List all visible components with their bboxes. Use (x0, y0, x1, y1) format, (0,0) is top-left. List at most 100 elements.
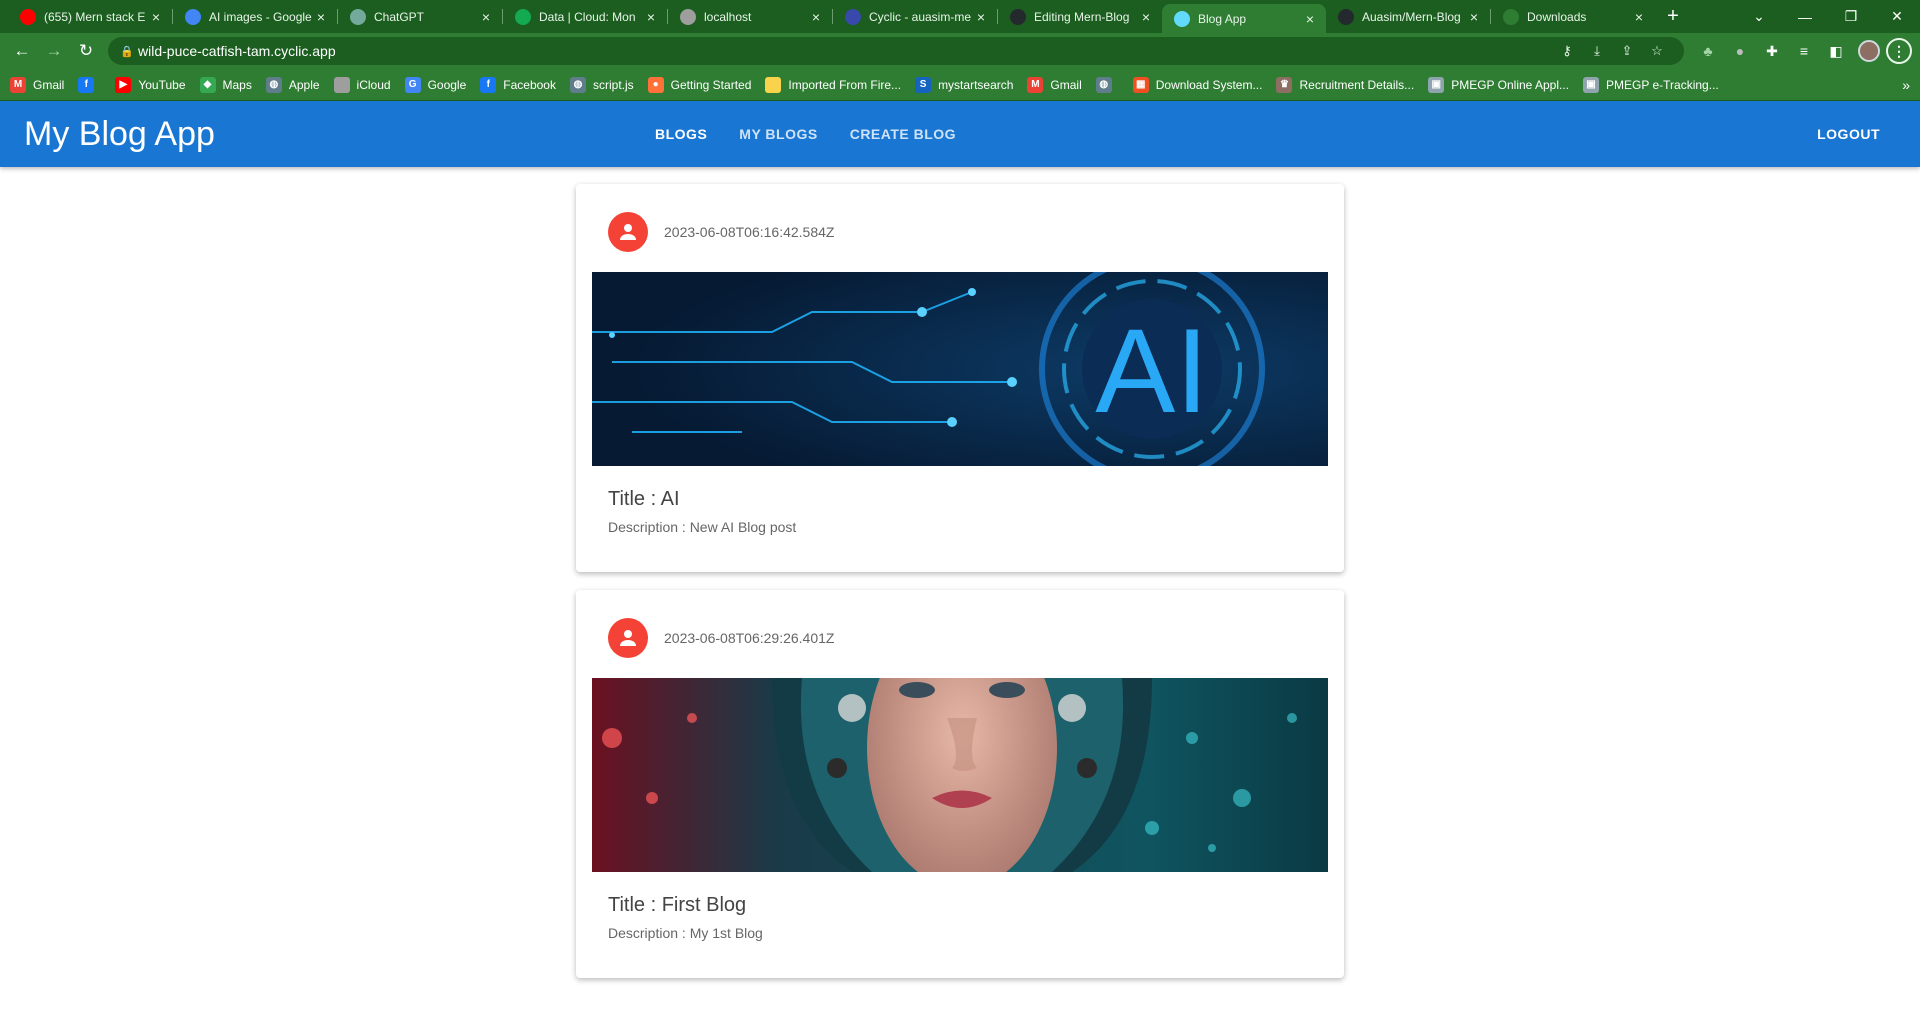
post-image-cyborg-portrait (592, 678, 1328, 872)
browser-tab[interactable]: Editing Mern-Blog × (998, 0, 1162, 33)
bookmark-star-icon[interactable]: ☆ (1642, 43, 1672, 59)
bookmark-item[interactable]: ▣ PMEGP e-Tracking... (1583, 76, 1719, 93)
bookmark-item[interactable]: ▶ YouTube (115, 76, 186, 93)
pmegp-icon: ▣ (1583, 76, 1600, 93)
browser-tab[interactable]: ChatGPT × (338, 0, 502, 33)
bookmark-list: M Gmail f ▶ YouTube ◆ Maps ◍ Apple iCloud G Google f… (10, 76, 1733, 93)
browser-menu-button[interactable]: ⋮ (1886, 38, 1912, 64)
browser-tab[interactable]: Auasim/Mern-Blog × (1326, 0, 1490, 33)
bookmark-item[interactable]: ◍ script.js (569, 76, 634, 93)
close-tab-icon[interactable]: × (1466, 9, 1482, 25)
post-description: Description : My 1st Blog (608, 925, 763, 941)
tab-search-icon[interactable]: ⌄ (1736, 0, 1782, 33)
bookmark-item[interactable]: M Gmail (10, 76, 64, 93)
browser-tab[interactable]: Data | Cloud: Mon × (503, 0, 667, 33)
bookmark-item[interactable]: ● Getting Started (647, 76, 751, 93)
side-panel-icon[interactable]: ◧ (1820, 43, 1852, 60)
google-icon (185, 8, 201, 25)
minimize-button[interactable]: — (1782, 0, 1828, 33)
close-tab-icon[interactable]: × (973, 9, 989, 25)
browser-tab[interactable]: localhost × (668, 0, 832, 33)
bookmark-label: Maps (222, 77, 252, 92)
github-icon (1338, 8, 1354, 25)
user-avatar-icon (608, 212, 648, 252)
install-app-icon[interactable]: ⤓ (1582, 43, 1612, 59)
bookmark-item[interactable]: iCloud (333, 76, 391, 93)
extension-tree-icon[interactable]: ♣ (1692, 43, 1724, 59)
bookmark-item[interactable]: f Facebook (480, 76, 556, 93)
key-icon[interactable]: ⚷ (1552, 43, 1582, 59)
bookmark-label: Imported From Fire... (788, 77, 902, 92)
close-tab-icon[interactable]: × (643, 9, 659, 25)
bookmark-item[interactable]: ◆ Maps (199, 76, 252, 93)
bookmark-label: Facebook (503, 77, 556, 92)
restore-button[interactable]: ❐ (1828, 0, 1874, 33)
ai-image-text: AI (1095, 304, 1208, 438)
apple-icon (333, 76, 350, 93)
forward-button[interactable]: → (40, 37, 68, 65)
nav-my-blogs[interactable]: MY BLOGS (739, 126, 817, 142)
post-title: Title : First Blog (608, 894, 747, 916)
bookmark-label: Gmail (1050, 77, 1082, 92)
close-tab-icon[interactable]: × (478, 9, 494, 25)
bookmark-item[interactable]: ◍ (1095, 76, 1119, 93)
bookmark-item[interactable]: f (78, 76, 101, 93)
close-tab-icon[interactable]: × (148, 9, 164, 25)
bookmark-item[interactable]: ▣ PMEGP Online Appl... (1428, 76, 1570, 93)
post-timestamp: 2023-06-08T06:29:26.401Z (664, 630, 835, 646)
bookmark-item[interactable]: M Gmail (1027, 76, 1082, 93)
bookmark-label: iCloud (356, 77, 391, 92)
bookmark-item[interactable]: ◍ Apple (265, 76, 320, 93)
nav-create-blog[interactable]: CREATE BLOG (850, 126, 956, 142)
facebook-icon: f (78, 76, 95, 93)
bookmark-label: mystartsearch (938, 77, 1014, 92)
close-tab-icon[interactable]: × (808, 9, 824, 25)
bookmark-item[interactable]: Smystartsearch (915, 76, 1014, 93)
tab-title: Blog App (1198, 11, 1247, 26)
more-bookmarks-icon[interactable]: » (1902, 77, 1910, 93)
new-tab-button[interactable]: + (1659, 0, 1687, 33)
reading-list-icon[interactable]: ≡ (1788, 43, 1820, 59)
profile-avatar[interactable] (1858, 40, 1880, 62)
bookmark-item[interactable]: G Google (404, 76, 467, 93)
lock-icon[interactable]: 🔒 (120, 45, 138, 58)
bookmark-label: Download System... (1155, 77, 1263, 92)
globe-icon: ◍ (569, 76, 586, 93)
bookmark-label: Google (427, 77, 467, 92)
mystartsearch-icon: S (915, 76, 932, 93)
nav-blogs[interactable]: BLOGS (655, 126, 707, 142)
card-body: Title : First Blog Description : My 1st … (576, 872, 1344, 941)
extensions-puzzle-icon[interactable]: ✚ (1756, 43, 1788, 60)
browser-tab[interactable]: AI images - Google × (173, 0, 337, 33)
close-tab-icon[interactable]: × (1138, 9, 1154, 25)
back-button[interactable]: ← (8, 37, 36, 65)
bookmark-item[interactable]: ▦ Download System... (1132, 76, 1263, 93)
browser-tab[interactable]: Cyclic - auasim-me × (833, 0, 997, 33)
reload-button[interactable]: ↻ (72, 37, 100, 65)
tab-title: AI images - Google (209, 9, 312, 24)
bookmark-item[interactable]: Imported From Fire... (765, 76, 902, 93)
tab-list: (655) Mern stack E × AI images - Google × Ch… (8, 0, 1655, 33)
logout-button[interactable]: LOGOUT (1817, 101, 1880, 167)
browser-tab[interactable]: Downloads × (1491, 0, 1655, 33)
close-tab-icon[interactable]: × (313, 9, 329, 25)
bookmark-label: PMEGP Online Appl... (1451, 77, 1570, 92)
close-tab-icon[interactable]: × (1302, 11, 1318, 27)
share-icon[interactable]: ⇪ (1612, 43, 1642, 59)
browser-tab[interactable]: Blog App × (1162, 4, 1326, 33)
facebook-icon: f (480, 76, 497, 93)
close-window-button[interactable]: ✕ (1874, 0, 1920, 33)
bookmark-item[interactable]: ♛ Recruitment Details... (1276, 76, 1414, 93)
bookmark-label: Apple (288, 77, 320, 92)
youtube-icon (20, 8, 36, 25)
address-bar[interactable]: 🔒 wild-puce-catfish-tam.cyclic.app ⚷ ⤓ ⇪… (108, 37, 1684, 65)
close-tab-icon[interactable]: × (1631, 9, 1647, 25)
post-image-ai-circuit: AI (592, 272, 1328, 466)
tab-title: Auasim/Mern-Blog (1362, 9, 1461, 24)
post-timestamp: 2023-06-08T06:16:42.584Z (664, 224, 835, 240)
bookmark-label: script.js (592, 77, 634, 92)
browser-tab[interactable]: (655) Mern stack E × (8, 0, 172, 33)
extension-bulb-icon[interactable]: ● (1724, 43, 1756, 59)
bookmark-label: YouTube (138, 77, 186, 92)
app-header: My Blog App BLOGS MY BLOGS CREATE BLOG L… (0, 101, 1920, 167)
